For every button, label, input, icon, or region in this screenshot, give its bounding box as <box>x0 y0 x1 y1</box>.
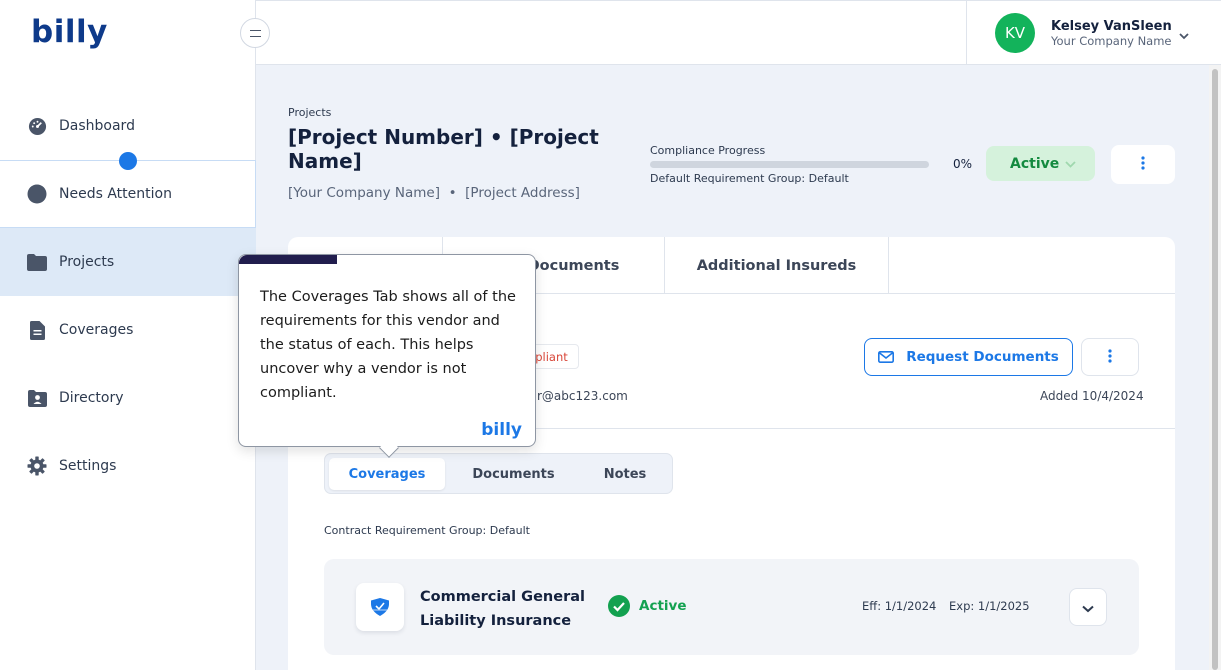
compliance-progress-bar <box>650 161 929 168</box>
sidebar-item-label: Directory <box>59 390 124 406</box>
sidebar-item-directory[interactable]: Directory <box>0 364 256 432</box>
project-company: [Your Company Name] <box>288 185 440 201</box>
request-documents-button[interactable]: Request Documents <box>864 338 1073 376</box>
scrollbar[interactable] <box>1209 65 1221 670</box>
chevron-down-icon <box>1065 156 1076 172</box>
added-date: Added 10/4/2024 <box>1040 389 1144 403</box>
coverage-expiration-date: Exp: 1/1/2025 <box>949 599 1030 613</box>
sidebar-item-label: Dashboard <box>59 118 135 134</box>
project-subtitle: [Your Company Name] • [Project Address] <box>288 185 580 201</box>
sidebar-item-label: Coverages <box>59 322 134 338</box>
coverage-status: Active <box>608 595 687 617</box>
user-company: Your Company Name <box>1051 34 1172 48</box>
menu-icon <box>249 29 261 37</box>
sidebar-item-label: Projects <box>59 254 115 270</box>
chevron-down-icon[interactable] <box>1179 25 1189 44</box>
breadcrumb[interactable]: Projects <box>288 106 331 119</box>
sidebar-item-label: Settings <box>59 458 117 474</box>
page-title: [Project Number] • [Project Name] <box>288 125 599 173</box>
vendor-more-button[interactable] <box>1081 338 1139 376</box>
document-icon <box>27 320 47 340</box>
more-vertical-icon <box>1108 348 1112 367</box>
tour-hotspot-dot[interactable] <box>119 152 137 170</box>
collapse-sidebar-button[interactable] <box>240 18 270 48</box>
tab-additional-insureds[interactable]: Additional Insureds <box>665 237 889 294</box>
folder-icon <box>27 252 47 272</box>
contract-requirement-group: Contract Requirement Group: Default <box>324 524 530 537</box>
sidebar-item-needs-attention[interactable]: Needs Attention <box>0 160 256 228</box>
avatar: KV <box>995 13 1035 53</box>
check-circle-icon <box>608 595 630 617</box>
coverage-expand-button[interactable] <box>1069 588 1107 626</box>
vendor-subtabs: Coverages Documents Notes <box>324 453 673 494</box>
request-documents-label: Request Documents <box>906 349 1059 365</box>
tooltip-logo: billy <box>481 420 522 440</box>
user-menu[interactable]: KV Kelsey VanSleen Your Company Name <box>966 0 1221 65</box>
more-vertical-icon <box>1141 155 1145 174</box>
shield-icon <box>356 583 404 631</box>
gear-icon <box>27 456 47 476</box>
status-label: Active <box>1010 155 1060 172</box>
user-name: Kelsey VanSleen <box>1051 19 1172 34</box>
vendor-email[interactable]: r@abc123.com <box>537 389 628 403</box>
sidebar-item-label: Needs Attention <box>59 186 172 202</box>
sidebar-item-dashboard[interactable]: Dashboard <box>0 92 256 160</box>
sidebar: billy Dashboard Needs Attention Projects… <box>0 0 256 670</box>
status-dropdown[interactable]: Active <box>986 146 1095 181</box>
tooltip-progress-bar <box>239 255 535 264</box>
coverage-row[interactable]: Commercial General Liability Insurance A… <box>324 559 1139 655</box>
subtab-documents[interactable]: Documents <box>451 458 576 490</box>
project-more-button[interactable] <box>1111 145 1175 184</box>
subtab-coverages[interactable]: Coverages <box>329 458 445 490</box>
sidebar-item-settings[interactable]: Settings <box>0 432 256 500</box>
scrollbar-thumb[interactable] <box>1212 69 1218 670</box>
subtab-notes[interactable]: Notes <box>580 458 670 490</box>
sidebar-item-coverages[interactable]: Coverages <box>0 296 256 364</box>
coverage-status-label: Active <box>639 598 687 614</box>
billy-logo[interactable]: billy <box>31 14 108 50</box>
gauge-icon <box>27 116 47 136</box>
subtitle-separator: • <box>448 185 457 201</box>
default-requirement-group: Default Requirement Group: Default <box>650 172 849 185</box>
onboarding-tooltip[interactable]: The Coverages Tab shows all of the requi… <box>238 254 536 458</box>
circle-icon <box>27 184 47 204</box>
compliance-percent: 0% <box>953 157 973 171</box>
coverage-effective-date: Eff: 1/1/2024 <box>862 599 937 613</box>
envelope-icon <box>878 351 895 363</box>
tooltip-progress-fill <box>239 255 337 264</box>
contact-folder-icon <box>27 388 47 408</box>
coverage-name: Commercial General Liability Insurance <box>420 589 585 629</box>
sidebar-item-projects[interactable]: Projects <box>0 228 256 296</box>
chevron-down-icon <box>1082 598 1094 617</box>
tab-label: Additional Insureds <box>696 257 857 274</box>
tooltip-text: The Coverages Tab shows all of the requi… <box>260 289 516 401</box>
compliance-progress-label: Compliance Progress <box>650 144 766 157</box>
project-address: [Project Address] <box>465 185 580 201</box>
